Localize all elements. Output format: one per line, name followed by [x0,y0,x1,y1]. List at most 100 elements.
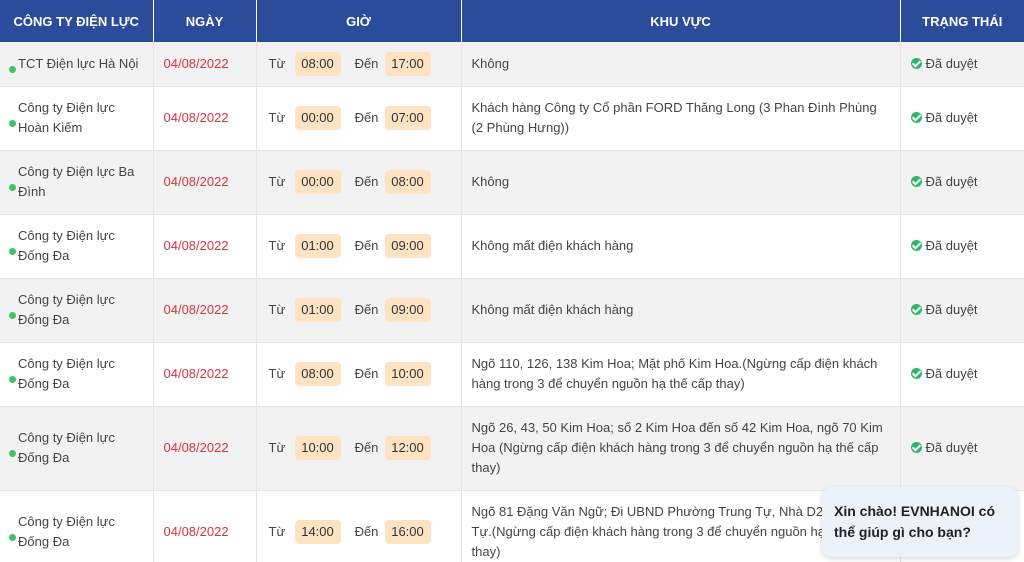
table-body: TCT Điện lực Hà Nội 04/08/2022 Từ 08:00 Đến 1… [0,42,1024,562]
status-text: Đã duyệt [925,174,978,189]
time-cell: Từ 01:00 Đến 09:00 [256,214,462,279]
from-time: 00:00 [294,170,341,194]
company-cell: TCT Điện lực Hà Nội [0,42,154,87]
company-name: Công ty Điện lực Đống Đa [18,228,115,263]
to-time: 08:00 [384,170,431,194]
to-time: 17:00 [384,51,431,76]
status-text: Đã duyệt [925,238,978,253]
status-cell: Đã duyệt [900,86,1024,151]
table-row: TCT Điện lực Hà Nội 04/08/2022 Từ 08:00 Đến 1… [0,42,1024,87]
to-label: Đến [354,440,379,455]
from-time: 01:00 [294,234,341,258]
to-label: Đến [354,524,379,539]
time-cell: Từ 00:00 Đến 08:00 [256,150,462,215]
check-circle-icon [910,112,922,123]
status-dot-icon [9,184,16,191]
date-cell: 04/08/2022 [153,214,257,279]
status-dot-icon [9,65,16,73]
check-circle-icon [910,57,922,69]
header-status: TRẠNG THÁI [900,0,1024,42]
status-dot-icon [9,312,16,319]
date-cell: 04/08/2022 [153,42,257,87]
from-time: 00:00 [294,106,341,130]
table-row: Công ty Điện lực Đống Đa 04/08/2022 Từ 08:0… [0,342,1024,407]
time-cell: Từ 01:00 Đến 09:00 [256,278,462,343]
time-cell: Từ 08:00 Đến 17:00 [256,42,462,87]
time-cell: Từ 00:00 Đến 07:00 [256,86,462,151]
from-label: Từ [268,55,286,71]
table-row: Công ty Điện lực Ba Đình 04/08/2022 Từ 00:0… [0,150,1024,215]
to-time: 12:00 [384,436,431,460]
to-label: Đến [354,110,379,125]
table-header-row: CÔNG TY ĐIỆN LỰC NGÀY GIỜ KHU VỰC TRẠNG … [0,0,1024,42]
status-dot-icon [9,120,16,127]
company-name: Công ty Điện lực Hoàn Kiếm [18,100,115,135]
check-circle-icon [910,240,922,251]
from-label: Từ [268,524,286,539]
date-cell: 04/08/2022 [153,342,257,407]
table-row: Công ty Điện lực Đống Đa 04/08/2022 Từ 01:0… [0,278,1024,343]
date-cell: 04/08/2022 [153,150,257,215]
from-time: 08:00 [294,362,341,386]
to-label: Đến [354,366,379,381]
header-date: NGÀY [153,0,257,42]
date-cell: 04/08/2022 [153,406,257,491]
company-cell: Công ty Điện lực Đống Đa [0,214,154,279]
status-cell: Đã duyệt [900,150,1024,215]
status-cell: Đã duyệt [900,342,1024,407]
status-dot-icon [9,376,16,383]
status-text: Đã duyệt [925,302,978,317]
from-time: 01:00 [294,298,341,322]
date-cell: 04/08/2022 [153,490,257,562]
from-time: 08:00 [294,51,341,76]
company-cell: Công ty Điện lực Hoàn Kiếm [0,86,154,151]
status-dot-icon [9,248,16,255]
status-text: Đã duyệt [925,110,978,125]
chat-greeting-bubble[interactable]: Xin chào! EVNHANOI có thể giúp gì cho bạ… [822,487,1018,557]
chat-greeting-text: Xin chào! EVNHANOI có thể giúp gì cho bạ… [834,503,996,540]
to-time: 09:00 [384,298,431,322]
status-text: Đã duyệt [925,366,978,381]
to-label: Đến [354,238,379,253]
date-cell: 04/08/2022 [153,278,257,343]
outage-schedule-table: CÔNG TY ĐIỆN LỰC NGÀY GIỜ KHU VỰC TRẠNG … [0,0,1024,562]
status-dot-icon [9,450,16,457]
from-time: 10:00 [294,436,341,460]
to-time: 16:00 [384,520,431,544]
company-cell: Công ty Điện lực Đống Đa [0,278,154,343]
to-label: Đến [354,302,379,317]
header-company: CÔNG TY ĐIỆN LỰC [0,0,154,42]
date-cell: 04/08/2022 [153,86,257,151]
company-name: Công ty Điện lực Ba Đình [18,164,135,199]
table-row: Công ty Điện lực Hoàn Kiếm 04/08/2022 Từ 00… [0,86,1024,151]
check-circle-icon [910,442,922,453]
status-cell: Đã duyệt [900,42,1024,87]
check-circle-icon [910,368,922,379]
from-label: Từ [268,238,286,253]
from-time: 14:00 [294,520,341,544]
to-label: Đến [354,174,379,189]
from-label: Từ [268,366,286,381]
status-text: Đã duyệt [925,55,978,71]
to-time: 07:00 [384,106,431,130]
check-circle-icon [910,176,922,187]
to-label: Đến [354,55,379,71]
header-area: KHU VỰC [461,0,901,42]
area-cell: Không mất điện khách hàng [461,278,901,343]
header-time: GIỜ [256,0,462,42]
company-name: TCT Điện lực Hà Nội [18,55,139,71]
table-row: Công ty Điện lực Đống Đa 04/08/2022 Từ 01:0… [0,214,1024,279]
company-name: Công ty Điện lực Đống Đa [18,292,115,327]
company-name: Công ty Điện lực Đống Đa [18,430,115,465]
from-label: Từ [268,110,286,125]
from-label: Từ [268,440,286,455]
area-cell: Khách hàng Công ty Cổ phần FORD Thăng Lo… [461,86,901,151]
area-cell: Ngõ 26, 43, 50 Kim Hoa; số 2 Kim Hoa đến… [461,406,901,491]
area-cell: Không [461,150,901,215]
status-cell: Đã duyệt [900,278,1024,343]
time-cell: Từ 08:00 Đến 10:00 [256,342,462,407]
area-cell: Ngõ 110, 126, 138 Kim Hoa; Mặt phố Kim H… [461,342,901,407]
status-text: Đã duyệt [925,440,978,455]
area-cell: Không [461,42,901,87]
company-cell: Công ty Điện lực Đống Đa [0,342,154,407]
